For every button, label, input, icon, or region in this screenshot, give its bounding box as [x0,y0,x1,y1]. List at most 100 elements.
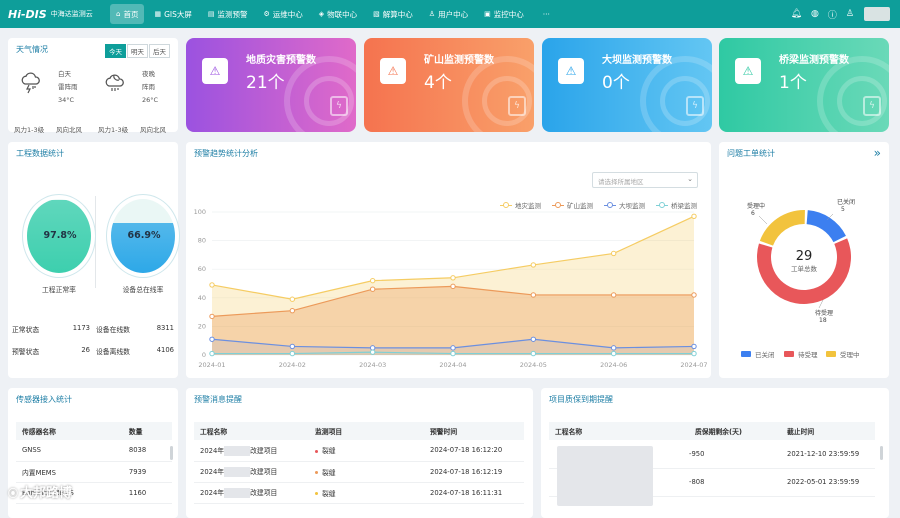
engineering-card: 工程数据统计 97.8% 工程正常率 66.9% 设备总在线率 正常状态 1173… [8,142,180,378]
data-point[interactable] [209,350,215,357]
data-point[interactable] [369,286,376,292]
region-select-placeholder: 请选择所属地区 [598,178,644,186]
data-point[interactable] [691,292,697,298]
callout-line [758,215,768,225]
nav-icon-4: ◈ [318,10,325,18]
data-point[interactable] [610,345,617,351]
alert-card-3[interactable]: ⚠ 桥梁监测预警数 1个 ϟ [719,38,889,132]
data-point[interactable] [450,283,456,290]
nav-item-0[interactable]: ⌂ 首页 [110,4,145,24]
warnings-card: 预警消息提醒 工程名称 监测项目 预警时间 2024年 改建项目 裂缝 2024-07… [186,388,533,518]
tab-tomorrow[interactable]: 明天 [127,44,148,58]
status-dot [315,471,318,474]
data-point[interactable] [450,350,456,357]
stat-label-0: 正常状态 [12,326,40,334]
data-point[interactable] [530,292,537,298]
logo[interactable]: Hi-DIS 中海达监测云 [0,0,110,28]
weather-title: 天气情况 [16,45,48,54]
col-warranty-deadline[interactable]: 截止时间 [781,422,875,440]
help-icon[interactable]: ⓘ [828,8,837,21]
user-icon[interactable]: ♙ [846,9,854,19]
donut-slice-0[interactable] [806,210,846,243]
alert-card-1[interactable]: ⚠ 矿山监测预警数 4个 ϟ [364,38,534,132]
data-point[interactable] [369,277,376,284]
nav-icon-7: ▣ [484,10,491,18]
day-desc: 雷阵雨 [58,83,78,91]
sensor-count: 1160 [122,482,172,504]
col-warranty-remaining[interactable]: 质保期剩余(天) [689,422,781,440]
col-sensor-name[interactable]: 传感器名称 [16,422,123,440]
nav-item-8[interactable]: ··· [534,4,556,24]
pie-legend-label-2: 受理中 [840,351,860,359]
nav-item-5[interactable]: ▧ 解算中心 [367,4,419,24]
donut-slice-2[interactable] [759,210,805,246]
nav-item-6[interactable]: ♙ 用户中心 [423,4,474,24]
more-arrow-icon[interactable]: » [874,146,881,160]
alert-card-0[interactable]: ⚠ 地质灾害预警数 21个 ϟ [186,38,356,132]
nav-item-1[interactable]: ▦ GIS大屏 [148,4,197,24]
nav-label-6: 用户中心 [438,9,469,19]
data-point[interactable] [369,345,376,351]
warranty-scrollbar[interactable] [880,446,883,460]
stat-value-3: 4106 [156,346,174,354]
col-monitor-item[interactable]: 监测项目 [309,422,424,440]
nav-item-3[interactable]: ⚙ 运维中心 [258,4,309,24]
pie-legend-item-0[interactable]: 已关闭 [741,349,775,359]
table-row[interactable]: 2024年 改建项目 裂缝 2024-07-18 16:11:31 [194,482,524,504]
pie-legend-item-1[interactable]: 待受理 [784,349,818,359]
bell-icon[interactable]: 🔔︎ [791,9,802,19]
data-point[interactable] [530,350,537,357]
data-point[interactable] [530,262,537,268]
table-row[interactable]: 2024年 改建项目 裂缝 2024-07-18 16:12:19 [194,461,524,483]
data-point[interactable] [610,250,617,257]
x-tick-label: 2024-06 [600,361,627,369]
tab-day-after[interactable]: 后天 [149,44,170,58]
data-point[interactable] [209,282,215,288]
col-sensor-count[interactable]: 数量 [122,422,172,440]
data-point[interactable] [691,213,697,219]
status-dot [315,492,318,495]
x-tick-label: 2024-03 [359,361,386,369]
col-project-name[interactable]: 工程名称 [194,422,309,440]
y-tick-label: 100 [194,208,206,216]
tab-today[interactable]: 今天 [105,44,126,58]
data-point[interactable] [691,350,697,357]
table-row[interactable]: 内置MEMS 7939 [16,461,172,483]
data-point[interactable] [691,343,697,350]
gauge-label-0: 工程正常率 [42,286,76,294]
stat-1: 设备在线数 8311 [96,324,176,334]
data-point[interactable] [289,296,296,302]
pie-legend-item-2[interactable]: 受理中 [826,349,860,359]
data-point[interactable] [209,336,215,342]
data-point[interactable] [209,313,215,320]
chevron-down-icon: ⌄ [687,175,693,183]
table-row[interactable]: 2024年 改建项目 裂缝 2024-07-18 16:12:20 [194,440,524,462]
alert-card-2[interactable]: ⚠ 大坝监测预警数 0个 ϟ [542,38,712,132]
sensors-scrollbar[interactable] [170,446,173,460]
data-point[interactable] [450,345,456,351]
warning-project-prefix: 2024年 [200,489,225,497]
sensor-name: 内置MEMS [16,461,123,483]
col-warranty-project[interactable]: 工程名称 [549,422,689,440]
nav-item-4[interactable]: ◈ 物联中心 [313,4,363,24]
globe-icon[interactable]: ◍ [811,9,819,19]
data-point[interactable] [610,292,617,298]
legend-swatch [741,351,751,357]
stat-2: 预警状态 26 [12,346,92,356]
data-point[interactable] [530,336,537,342]
table-row[interactable]: GNSS 8038 [16,440,172,462]
data-point[interactable] [450,275,456,281]
nav-item-7[interactable]: ▣ 监控中心 [478,4,530,24]
nav-item-2[interactable]: ▤ 监测预警 [202,4,254,24]
pie-legend-label-0: 已关闭 [755,351,775,359]
data-point[interactable] [369,349,376,355]
region-select[interactable]: 请选择所属地区 ⌄ [592,172,698,188]
engineering-title: 工程数据统计 [16,149,64,158]
data-point[interactable] [289,307,296,314]
user-name-box[interactable] [864,7,890,21]
data-point[interactable] [289,343,296,350]
day-wind-dir: 风向北风 [56,126,82,134]
col-warning-time[interactable]: 预警时间 [424,422,524,440]
data-point[interactable] [289,350,296,357]
data-point[interactable] [610,350,617,357]
